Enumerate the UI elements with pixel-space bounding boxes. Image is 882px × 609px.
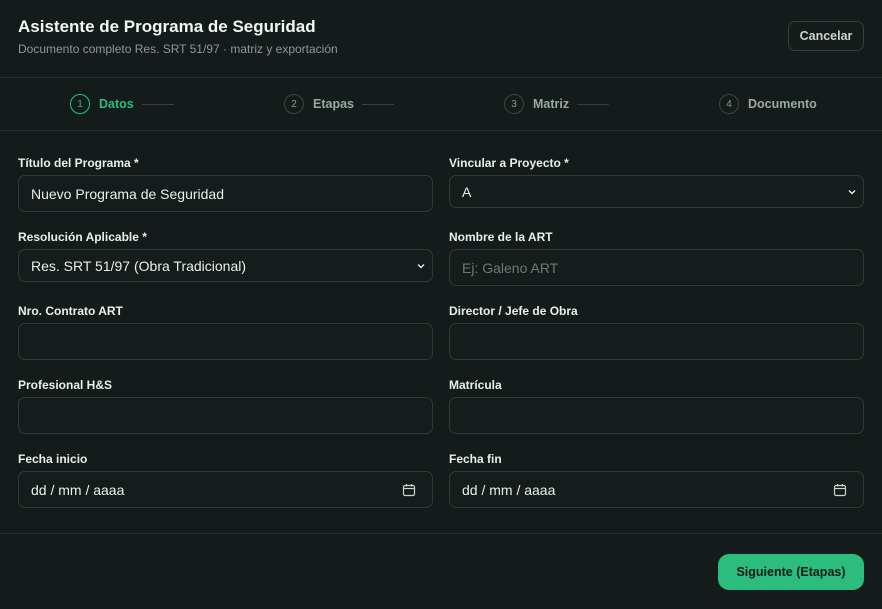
step-label: Datos xyxy=(99,97,134,111)
resolucion-select[interactable]: Res. SRT 51/97 (Obra Tradicional) xyxy=(18,249,433,282)
step-documento[interactable]: 4 Documento xyxy=(719,94,817,114)
step-number: 4 xyxy=(719,94,739,114)
art-input[interactable]: Ej: Galeno ART xyxy=(449,249,864,286)
resolucion-label: Resolución Aplicable * xyxy=(18,230,147,244)
art-label: Nombre de la ART xyxy=(449,230,553,244)
calendar-icon[interactable] xyxy=(833,483,847,497)
fecha-inicio-input[interactable]: dd / mm / aaaa xyxy=(18,471,433,508)
step-connector xyxy=(577,103,610,105)
proyecto-select[interactable]: A xyxy=(449,175,864,208)
profesional-label: Profesional H&S xyxy=(18,378,113,392)
fecha-fin-placeholder: dd / mm / aaaa xyxy=(462,481,556,498)
dialog-subtitle: Documento completo Res. SRT 51/97 · matr… xyxy=(18,42,338,56)
chevron-down-icon xyxy=(417,263,425,268)
titulo-label: Título del Programa * xyxy=(18,156,139,170)
step-label: Documento xyxy=(748,97,817,111)
dialog-header: Asistente de Programa de Seguridad Docum… xyxy=(0,0,882,78)
dialog-title: Asistente de Programa de Seguridad xyxy=(18,17,316,36)
fecha-inicio-label: Fecha inicio xyxy=(18,452,88,466)
director-input[interactable] xyxy=(449,323,864,360)
contrato-label: Nro. Contrato ART xyxy=(18,304,123,318)
step-etapas[interactable]: 2 Etapas xyxy=(284,94,394,114)
fecha-fin-label: Fecha fin xyxy=(449,452,502,466)
calendar-icon[interactable] xyxy=(402,483,416,497)
next-button[interactable]: Siguiente (Etapas) xyxy=(718,554,864,590)
step-datos[interactable]: 1 Datos xyxy=(70,94,174,114)
step-connector xyxy=(362,103,394,105)
step-label: Matriz xyxy=(533,97,570,111)
chevron-down-icon xyxy=(848,189,856,194)
director-label: Director / Jefe de Obra xyxy=(449,304,578,318)
profesional-input[interactable] xyxy=(18,397,433,434)
matricula-label: Matrícula xyxy=(449,378,502,392)
titulo-input[interactable]: Nuevo Programa de Seguridad xyxy=(18,175,433,212)
step-label: Etapas xyxy=(313,97,354,111)
matricula-input[interactable] xyxy=(449,397,864,434)
stepper: 1 Datos 2 Etapas 3 Matriz 4 Documento xyxy=(0,78,882,131)
proyecto-select-value: A xyxy=(462,183,472,200)
contrato-input[interactable] xyxy=(18,323,433,360)
step-connector xyxy=(141,103,174,105)
cancel-button[interactable]: Cancelar xyxy=(788,21,864,51)
step-number: 3 xyxy=(504,94,524,114)
fecha-fin-input[interactable]: dd / mm / aaaa xyxy=(449,471,864,508)
footer-divider xyxy=(0,533,882,534)
fecha-inicio-placeholder: dd / mm / aaaa xyxy=(31,481,125,498)
resolucion-select-value: Res. SRT 51/97 (Obra Tradicional) xyxy=(31,257,247,274)
step-number: 1 xyxy=(70,94,90,114)
proyecto-label: Vincular a Proyecto * xyxy=(449,156,569,170)
step-matriz[interactable]: 3 Matriz xyxy=(504,94,610,114)
step-number: 2 xyxy=(284,94,304,114)
